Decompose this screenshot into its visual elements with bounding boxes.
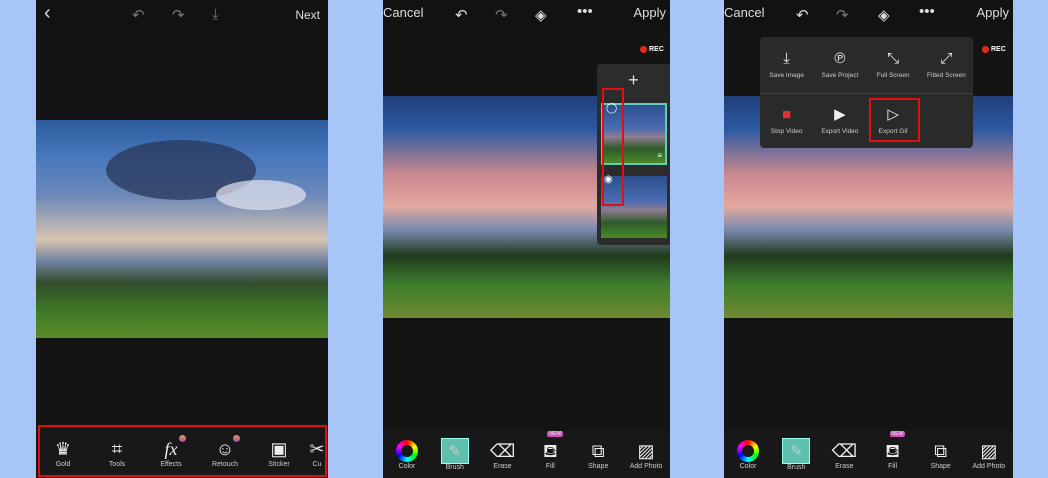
picsart-icon: ℗ — [834, 50, 846, 68]
tool-label: Erase — [493, 462, 512, 470]
tool-label: Brush — [787, 463, 806, 471]
top-bar: Cancel ↶ ↷ ◈ ••• Apply — [383, 0, 670, 30]
screen-editor-main: ‹ ↶ ↷ ⤓ Next ♛ Gold ⌗ Tools fx Effects ☺ Ret… — [36, 0, 328, 478]
tool-fill[interactable]: NEW ⛾ Fill — [870, 430, 916, 470]
color-wheel-icon — [737, 439, 760, 462]
apply-button[interactable]: Apply — [633, 5, 666, 20]
rec-indicator: REC — [982, 46, 1006, 53]
tool-label: Add Photo — [972, 462, 1006, 470]
menu-stop-video[interactable]: ■ Stop Video — [760, 92, 814, 149]
tool-label: Add Photo — [629, 462, 663, 470]
tool-shape[interactable]: ⧉ Shape — [575, 439, 621, 470]
eraser-icon: ⌫ — [489, 440, 516, 461]
top-bar: ‹ ↶ ↷ ⤓ Next — [36, 0, 328, 30]
tool-label: Shape — [588, 462, 609, 470]
redo-icon[interactable]: ↷ — [172, 6, 185, 24]
tool-label: Color — [398, 462, 416, 470]
top-bar: Cancel ↶ ↷ ◈ ••• Apply — [724, 0, 1013, 30]
undo-icon[interactable]: ↶ — [796, 6, 809, 24]
more-menu: ⤓ Save Image ℗ Save Project ⤡ Full Screen ⤢… — [760, 37, 973, 148]
download-icon: ⤓ — [783, 50, 790, 68]
tool-label: Fill — [888, 462, 898, 470]
tool-shape[interactable]: ⧉ Shape — [918, 439, 964, 470]
video-record-icon: ■ — [782, 106, 792, 124]
new-badge: NEW — [547, 430, 564, 437]
brush-icon: ✎ — [782, 437, 811, 464]
tool-label: Erase — [835, 462, 854, 470]
tool-brush[interactable]: ✎ Brush — [773, 437, 819, 471]
tool-bar: Color ✎ Brush ⌫ Erase NEW ⛾ Fill ⧉ Shape ▨ Add… — [724, 430, 1013, 478]
tool-label: Fill — [545, 462, 555, 470]
download-icon[interactable]: ⤓ — [212, 6, 219, 23]
tool-fill[interactable]: NEW ⛾ Fill — [527, 430, 573, 470]
diagonal-expand-icon: ⤢ — [940, 50, 953, 68]
redo-icon[interactable]: ↷ — [495, 6, 508, 24]
screen-draw-layers: Cancel ↶ ↷ ◈ ••• Apply REC + ◯ ≡ ◉ Color … — [383, 0, 670, 478]
tool-bar: Color ✎ Brush ⌫ Erase NEW ⛾ Fill ⧉ Shape ▨ Add… — [383, 430, 670, 478]
image-icon: ▨ — [637, 440, 655, 461]
layers-icon[interactable]: ◈ — [878, 6, 890, 24]
tool-label: Color — [739, 462, 757, 470]
brush-icon: ✎ — [440, 437, 469, 464]
tool-label: Shape — [930, 462, 951, 470]
highlight-box — [602, 88, 624, 206]
more-icon[interactable]: ••• — [919, 3, 935, 20]
image-icon: ▨ — [980, 440, 998, 461]
color-wheel-icon — [395, 439, 418, 462]
back-icon[interactable]: ‹ — [44, 2, 51, 25]
cancel-button[interactable]: Cancel — [383, 5, 423, 20]
next-button[interactable]: Next — [295, 8, 320, 22]
shape-icon: ⧉ — [591, 440, 605, 461]
apply-button[interactable]: Apply — [976, 5, 1009, 20]
tool-brush[interactable]: ✎ Brush — [432, 437, 478, 471]
video-play-icon: ▶ — [834, 106, 846, 124]
fill-bucket-icon: ⛾ — [885, 440, 900, 461]
menu-export-video[interactable]: ▶ Export Video — [813, 92, 867, 149]
adjust-icon[interactable]: ≡ — [657, 151, 662, 160]
menu-save-project[interactable]: ℗ Save Project — [813, 37, 866, 93]
tool-add-photo[interactable]: ▨ Add Photo — [623, 439, 669, 470]
tool-erase[interactable]: ⌫ Erase — [480, 439, 526, 470]
tool-color[interactable]: Color — [384, 439, 430, 470]
tool-add-photo[interactable]: ▨ Add Photo — [966, 439, 1012, 470]
eraser-icon: ⌫ — [831, 440, 858, 461]
more-icon[interactable]: ••• — [577, 3, 593, 20]
menu-export-gif[interactable]: ▷ Export Gif — [866, 92, 920, 149]
tool-erase[interactable]: ⌫ Erase — [821, 439, 867, 470]
menu-save-image[interactable]: ⤓ Save Image — [760, 37, 813, 93]
undo-icon[interactable]: ↶ — [132, 6, 145, 24]
menu-fitted-screen[interactable]: ⤢ Fitted Screen — [920, 37, 973, 93]
redo-icon[interactable]: ↷ — [836, 6, 849, 24]
shape-icon: ⧉ — [934, 440, 948, 461]
expand-icon: ⤡ — [887, 50, 900, 68]
tool-color[interactable]: Color — [725, 439, 771, 470]
rec-indicator: REC — [640, 46, 664, 53]
new-badge: NEW — [889, 430, 906, 437]
highlight-box — [868, 97, 920, 142]
cancel-button[interactable]: Cancel — [724, 5, 764, 20]
highlight-box — [38, 425, 327, 477]
tool-label: Brush — [445, 463, 464, 471]
layers-icon[interactable]: ◈ — [535, 6, 547, 24]
photo-canvas[interactable] — [36, 120, 328, 338]
screen-more-menu: Cancel ↶ ↷ ◈ ••• Apply REC ⤓ Save Image ℗… — [724, 0, 1013, 478]
fill-bucket-icon: ⛾ — [543, 440, 558, 461]
menu-full-screen[interactable]: ⤡ Full Screen — [867, 37, 920, 93]
undo-icon[interactable]: ↶ — [455, 6, 468, 24]
